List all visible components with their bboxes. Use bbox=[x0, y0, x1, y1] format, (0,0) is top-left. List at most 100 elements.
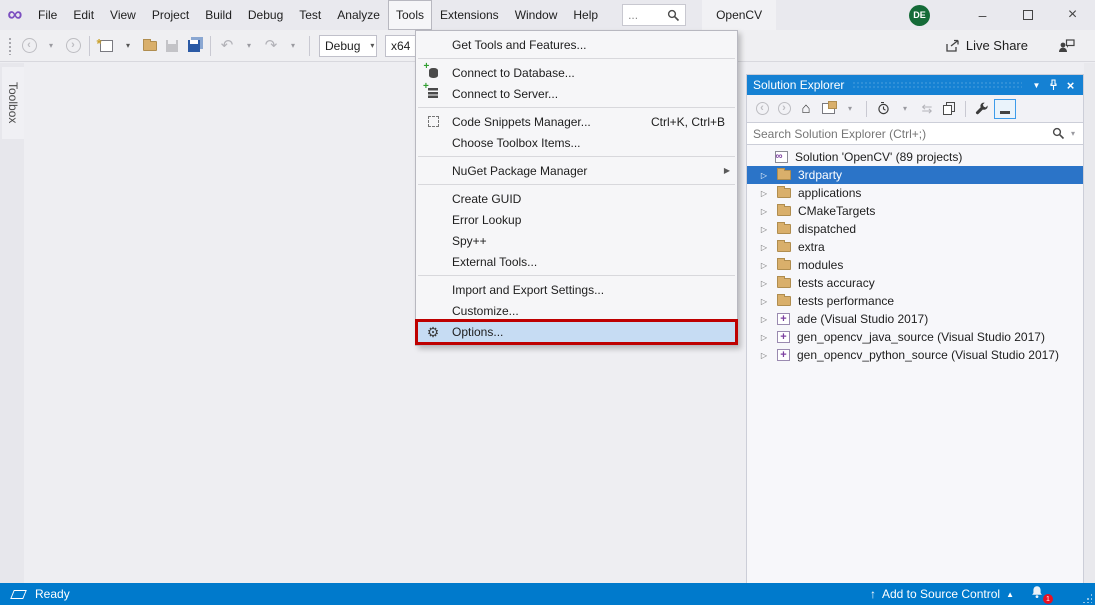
tools-menu-item-error-lookup[interactable]: Error Lookup bbox=[416, 209, 737, 230]
menu-item-label: Spy++ bbox=[452, 234, 737, 248]
collapse-all-button[interactable] bbox=[939, 97, 959, 121]
tree-row-ade-visual-studio-2017[interactable]: ▷+ade (Visual Studio 2017) bbox=[747, 310, 1083, 328]
expand-arrow-icon[interactable]: ▷ bbox=[759, 333, 769, 342]
expand-arrow-icon[interactable]: ▷ bbox=[759, 351, 769, 360]
tree-row-gen-opencv-python-source-visual-studio-2017[interactable]: ▷+gen_opencv_python_source (Visual Studi… bbox=[747, 346, 1083, 364]
redo-dropdown[interactable]: ▾ bbox=[283, 34, 303, 58]
feedback-button[interactable] bbox=[1052, 36, 1081, 56]
menubar-item-debug[interactable]: Debug bbox=[240, 0, 291, 30]
tools-menu-item-external-tools[interactable]: External Tools... bbox=[416, 251, 737, 272]
pending-changes-filter-button[interactable] bbox=[873, 97, 893, 121]
tree-row-extra[interactable]: ▷extra bbox=[747, 238, 1083, 256]
expand-arrow-icon[interactable]: ▷ bbox=[759, 315, 769, 324]
switch-views-button[interactable] bbox=[818, 97, 838, 121]
notifications-button[interactable]: 1 bbox=[1030, 585, 1050, 603]
cpp-project-icon: + bbox=[777, 349, 790, 361]
tools-menu-item-connect-to-server[interactable]: Connect to Server... bbox=[416, 83, 737, 104]
user-avatar[interactable]: DE bbox=[909, 5, 930, 26]
tree-row-dispatched[interactable]: ▷ dispatched bbox=[747, 220, 1083, 238]
expand-arrow-icon[interactable]: ▷ bbox=[759, 207, 769, 216]
save-all-button[interactable] bbox=[184, 34, 204, 58]
expand-arrow-icon[interactable]: ▷ bbox=[759, 243, 769, 252]
tree-row-solution-opencv-89-projects[interactable]: ∞Solution 'OpenCV' (89 projects) bbox=[747, 148, 1083, 166]
tools-menu-item-choose-toolbox-items[interactable]: Choose Toolbox Items... bbox=[416, 132, 737, 153]
home-button[interactable]: ⌂ bbox=[796, 97, 816, 121]
caret-up-icon[interactable]: ▲ bbox=[1006, 590, 1014, 599]
maximize-button[interactable] bbox=[1005, 0, 1050, 30]
tree-item-label: tests accuracy bbox=[798, 276, 875, 290]
menubar-item-project[interactable]: Project bbox=[144, 0, 197, 30]
navigate-forward-button[interactable]: › bbox=[63, 34, 83, 58]
tree-row-tests-accuracy[interactable]: ▷ tests accuracy bbox=[747, 274, 1083, 292]
navigate-back-button[interactable]: ‹ bbox=[19, 34, 39, 58]
expand-arrow-icon[interactable]: ▷ bbox=[759, 225, 769, 234]
solution-configuration-combo[interactable]: Debug ▾ bbox=[319, 35, 377, 57]
navigate-back-dropdown[interactable]: ▾ bbox=[41, 34, 61, 58]
publish-arrow-icon: ↑ bbox=[870, 587, 876, 601]
chevron-down-icon[interactable]: ▾ bbox=[1069, 129, 1077, 138]
new-project-button[interactable] bbox=[96, 34, 116, 58]
tree-row-tests-performance[interactable]: ▷tests performance bbox=[747, 292, 1083, 310]
undo-button[interactable]: ↶ bbox=[217, 34, 237, 58]
menubar-item-analyze[interactable]: Analyze bbox=[329, 0, 388, 30]
menubar-item-tools[interactable]: Tools bbox=[388, 0, 432, 30]
cpp-project-icon: + bbox=[777, 313, 790, 325]
menubar-item-build[interactable]: Build bbox=[197, 0, 240, 30]
redo-button[interactable]: ↷ bbox=[261, 34, 281, 58]
live-share-button[interactable]: Live Share bbox=[939, 35, 1034, 56]
pin-button[interactable] bbox=[1045, 76, 1062, 94]
minimize-button[interactable]: – bbox=[960, 0, 1005, 30]
tools-menu-item-options[interactable]: ⚙Options... bbox=[416, 321, 737, 342]
pending-changes-dropdown[interactable]: ▾ bbox=[895, 97, 915, 121]
tree-item-label: dispatched bbox=[798, 222, 856, 236]
toolbar-drag-grip[interactable] bbox=[8, 37, 12, 55]
menubar-item-file[interactable]: File bbox=[30, 0, 65, 30]
new-project-dropdown[interactable]: ▾ bbox=[118, 34, 138, 58]
tools-menu-item-customize[interactable]: Customize... bbox=[416, 300, 737, 321]
close-panel-button[interactable]: × bbox=[1062, 76, 1079, 94]
tools-menu-item-nuget-package-manager[interactable]: NuGet Package Manager▶ bbox=[416, 160, 737, 181]
undo-dropdown[interactable]: ▾ bbox=[239, 34, 259, 58]
menubar-item-window[interactable]: Window bbox=[507, 0, 566, 30]
tools-menu-item-code-snippets-manager[interactable]: Code Snippets Manager...Ctrl+K, Ctrl+B bbox=[416, 111, 737, 132]
tools-menu-item-create-guid[interactable]: Create GUID bbox=[416, 188, 737, 209]
tree-row-applications[interactable]: ▷applications bbox=[747, 184, 1083, 202]
close-button[interactable]: × bbox=[1050, 0, 1095, 30]
expand-arrow-icon[interactable]: ▷ bbox=[759, 297, 769, 306]
expand-arrow-icon[interactable]: ▷ bbox=[759, 261, 769, 270]
tree-row-cmaketargets[interactable]: ▷CMakeTargets bbox=[747, 202, 1083, 220]
menubar-item-extensions[interactable]: Extensions bbox=[432, 0, 507, 30]
tools-menu-item-import-and-export-settings[interactable]: Import and Export Settings... bbox=[416, 279, 737, 300]
toolbox-tab[interactable]: Toolbox bbox=[2, 67, 24, 139]
background-tasks-icon bbox=[10, 590, 27, 599]
preview-selected-items-toggle[interactable] bbox=[994, 97, 1016, 121]
sync-with-active-document-button[interactable]: ⇆ bbox=[917, 97, 937, 121]
resize-grip[interactable] bbox=[1082, 593, 1092, 603]
menubar-item-edit[interactable]: Edit bbox=[65, 0, 102, 30]
back-button[interactable]: ‹ bbox=[752, 97, 772, 121]
search-input[interactable] bbox=[753, 127, 1052, 141]
menubar-item-test[interactable]: Test bbox=[291, 0, 329, 30]
switch-views-dropdown[interactable]: ▾ bbox=[840, 97, 860, 121]
live-share-label: Live Share bbox=[966, 38, 1028, 53]
forward-button[interactable]: › bbox=[774, 97, 794, 121]
tools-menu-item-connect-to-database[interactable]: Connect to Database... bbox=[416, 62, 737, 83]
add-to-source-control-button[interactable]: Add to Source Control bbox=[882, 587, 1000, 601]
tools-menu-item-spy[interactable]: Spy++ bbox=[416, 230, 737, 251]
solution-explorer-titlebar[interactable]: Solution Explorer ▼ × bbox=[747, 75, 1083, 95]
expand-arrow-icon[interactable]: ▷ bbox=[759, 279, 769, 288]
expand-arrow-icon[interactable]: ▷ bbox=[759, 171, 769, 180]
menubar-item-view[interactable]: View bbox=[102, 0, 144, 30]
configuration-value: Debug bbox=[325, 39, 360, 53]
tree-row-modules[interactable]: ▷modules bbox=[747, 256, 1083, 274]
open-file-button[interactable] bbox=[140, 34, 160, 58]
tools-menu-item-get-tools-and-features[interactable]: Get Tools and Features... bbox=[416, 34, 737, 55]
menubar-item-help[interactable]: Help bbox=[565, 0, 606, 30]
save-button[interactable] bbox=[162, 34, 182, 58]
tree-row-3rdparty[interactable]: ▷3rdparty bbox=[747, 166, 1083, 184]
expand-arrow-icon[interactable]: ▷ bbox=[759, 189, 769, 198]
quick-launch-search[interactable]: ... bbox=[622, 4, 686, 26]
tree-row-gen-opencv-java-source-visual-studio-2017[interactable]: ▷+gen_opencv_java_source (Visual Studio … bbox=[747, 328, 1083, 346]
properties-button[interactable] bbox=[972, 97, 992, 121]
window-position-button[interactable]: ▼ bbox=[1028, 76, 1045, 94]
